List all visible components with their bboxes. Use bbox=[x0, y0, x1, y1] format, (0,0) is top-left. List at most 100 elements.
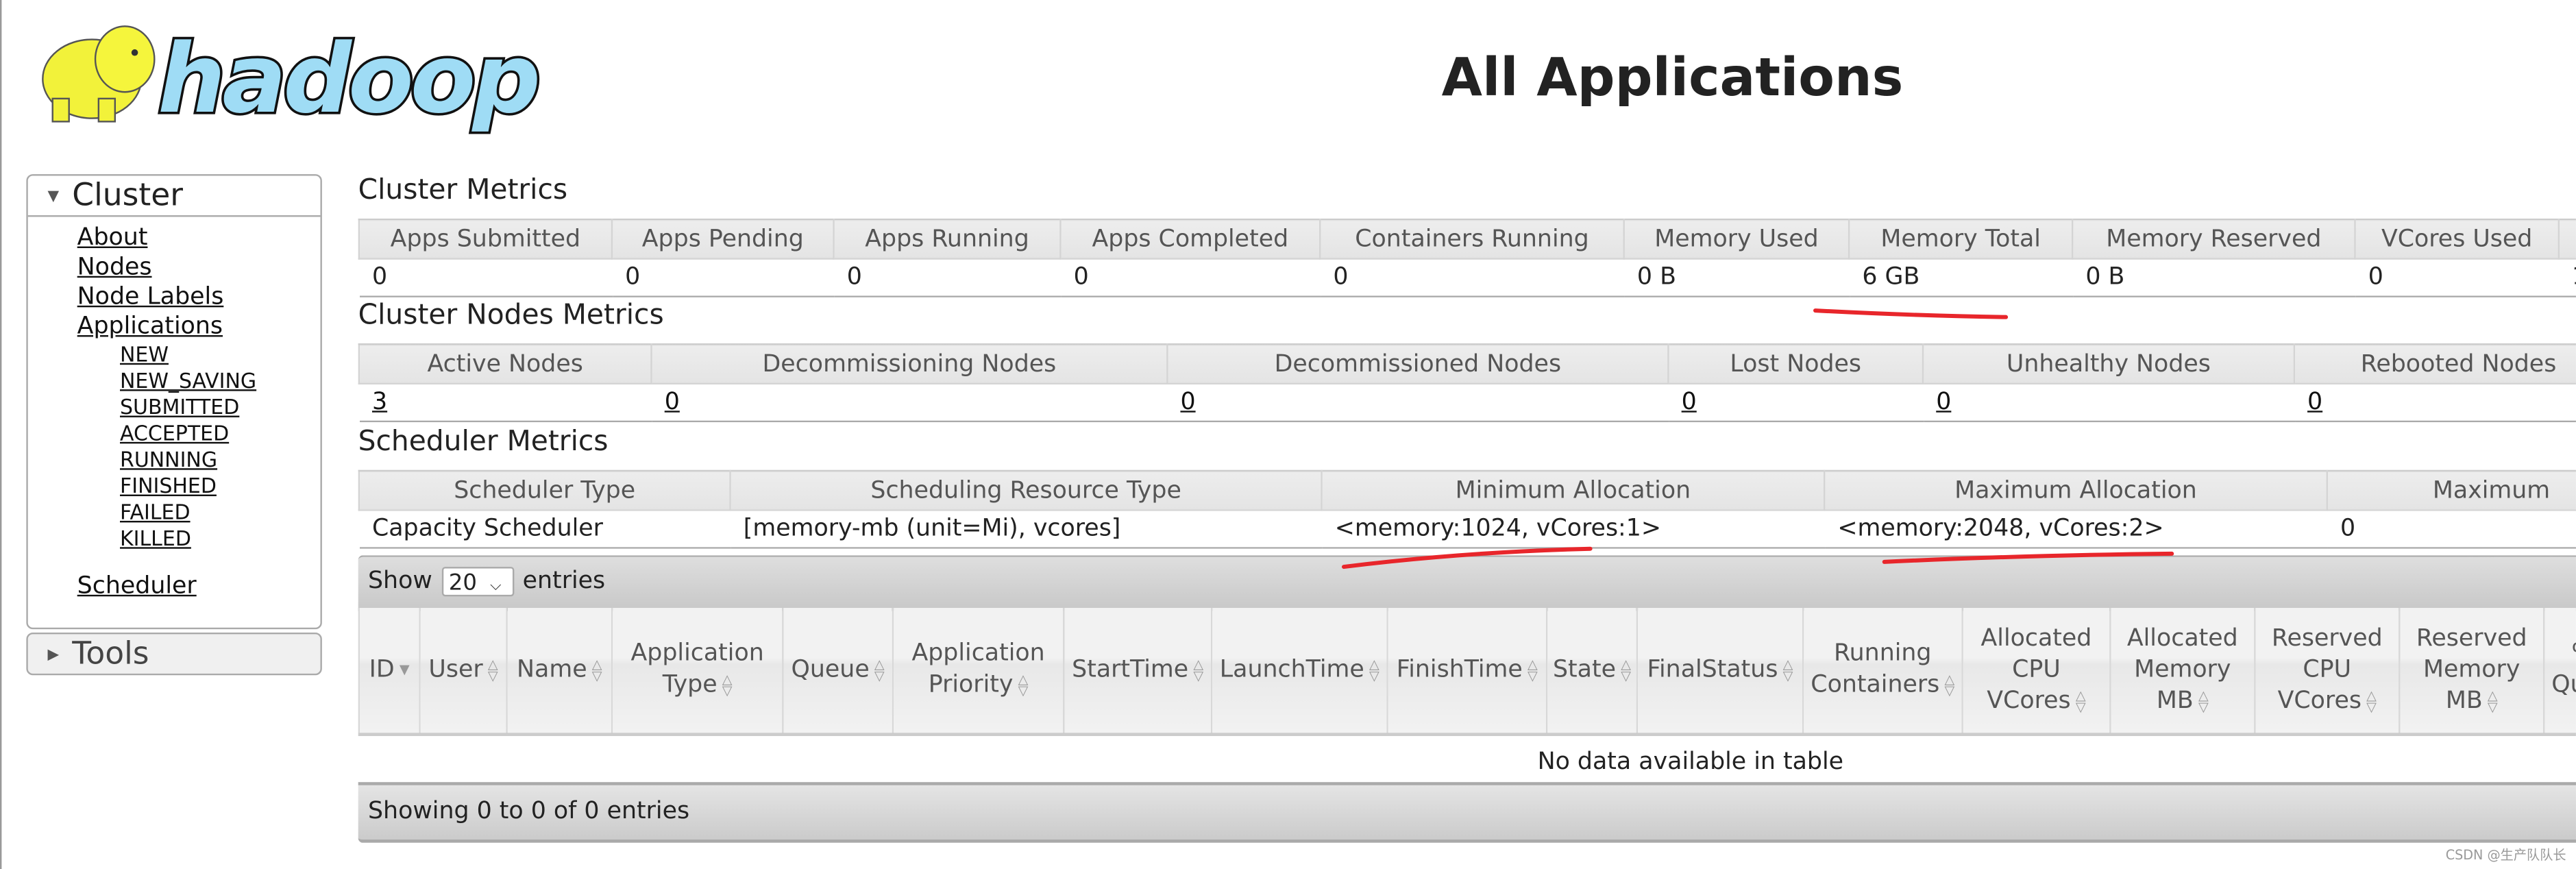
cell-memory-used: 0 B bbox=[1623, 258, 1850, 297]
sidebar-link-new[interactable]: NEW bbox=[77, 342, 321, 368]
node-count-link[interactable]: 0 bbox=[2307, 389, 2322, 415]
nodes-metrics-table-wrap: Active Nodes Decommissioning Nodes Decommi… bbox=[358, 343, 2576, 423]
sidebar-link-killed[interactable]: KILLED bbox=[77, 526, 321, 552]
column-header-memory-reserved: Memory Reserved bbox=[2071, 218, 2356, 260]
sidebar-link-finished[interactable]: FINISHED bbox=[77, 473, 321, 499]
column-header-id[interactable]: ID ▼ bbox=[358, 608, 420, 735]
cell-decommissioned-nodes: 0 bbox=[1167, 383, 1669, 423]
cell-apps-submitted: 0 bbox=[358, 258, 612, 297]
sort-icon: △ ▽ bbox=[1369, 656, 1379, 683]
column-header-decommissioning-nodes: Decommissioning Nodes bbox=[650, 343, 1168, 384]
node-count-link[interactable]: 0 bbox=[1180, 389, 1195, 415]
nodes-metrics-table: Active Nodes Decommissioning Nodes Decommi… bbox=[358, 343, 2576, 423]
sidebar-link-scheduler[interactable]: Scheduler bbox=[77, 572, 321, 601]
header-row: Active Nodes Decommissioning Nodes Decommi… bbox=[358, 343, 2576, 384]
column-header-state[interactable]: State △ ▽ bbox=[1545, 608, 1637, 735]
column-header-finishtime[interactable]: FinishTime △ ▽ bbox=[1386, 608, 1547, 735]
column-header-apps-pending: Apps Pending bbox=[611, 218, 835, 260]
sidebar-link-submitted[interactable]: SUBMITTED bbox=[77, 394, 321, 420]
column-header-starttime[interactable]: StartTime △ ▽ bbox=[1063, 608, 1212, 735]
sidebar-link-accepted[interactable]: ACCEPTED bbox=[77, 421, 321, 447]
column-header-running-containers[interactable]: Running Containers △ ▽ bbox=[1802, 608, 1963, 735]
sidebar-link-running[interactable]: RUNNING bbox=[77, 447, 321, 473]
node-count-link[interactable]: 0 bbox=[1682, 389, 1697, 415]
cluster-metrics-table-wrap: Apps Submitted Apps Pending Apps Running Ap… bbox=[358, 218, 2576, 297]
cluster-metrics-table: Apps Submitted Apps Pending Apps Running Ap… bbox=[358, 218, 2576, 297]
column-header-rebooted-nodes: Rebooted Nodes bbox=[2293, 343, 2576, 384]
sidebar-link-new-saving[interactable]: NEW_SAVING bbox=[77, 368, 321, 394]
cell-memory-total: 6 GB bbox=[1849, 258, 2073, 297]
sidebar-link-applications[interactable]: Applications bbox=[77, 312, 321, 341]
node-count-link[interactable]: 3 bbox=[372, 389, 387, 415]
table-info-bar: Showing 0 to 0 of 0 entries bbox=[358, 782, 2576, 843]
cluster-metrics-title: Cluster Metrics bbox=[358, 174, 568, 208]
node-count-link[interactable]: 0 bbox=[1936, 389, 1951, 415]
cell-lost-nodes: 0 bbox=[1668, 383, 1924, 423]
sort-icon: △ ▽ bbox=[874, 656, 885, 683]
scheduler-metrics-table: Scheduler Type Scheduling Resource Type Mi… bbox=[358, 469, 2576, 549]
sidebar-link-node-labels[interactable]: Node Labels bbox=[77, 282, 321, 312]
chevron-down-icon: ⌵ bbox=[490, 578, 502, 595]
column-header-launchtime[interactable]: LaunchTime △ ▽ bbox=[1210, 608, 1388, 735]
data-row: 000000 B6 GB0 B01 bbox=[358, 258, 2576, 297]
column-label: User bbox=[428, 656, 483, 683]
triangle-right-icon: ▶ bbox=[47, 646, 60, 663]
column-label: Queue bbox=[791, 656, 870, 683]
data-row: 3 0 0 0 0 0 bbox=[358, 383, 2576, 423]
hadoop-logo[interactable]: hadoop bbox=[26, 7, 542, 135]
sort-icon: △ ▽ bbox=[591, 656, 602, 683]
column-header-queue[interactable]: Queue △ ▽ bbox=[782, 608, 893, 735]
cell-maximum: 0 bbox=[2327, 510, 2576, 549]
data-row: Capacity Scheduler [memory-mb (unit=Mi), … bbox=[358, 510, 2576, 549]
cell-containers-running: 0 bbox=[1320, 258, 1624, 297]
column-header-name[interactable]: Name △ ▽ bbox=[506, 608, 612, 735]
column-header-reserved-memory-mb[interactable]: Reserved Memory MB △ ▽ bbox=[2399, 608, 2544, 735]
sort-icon: △ ▽ bbox=[722, 672, 733, 698]
sort-icon: △ ▽ bbox=[2487, 687, 2498, 714]
sidebar-link-failed[interactable]: FAILED bbox=[77, 500, 321, 526]
column-label: FinishTime bbox=[1396, 656, 1523, 683]
sidebar-tools-label: Tools bbox=[72, 635, 149, 672]
column-header-user[interactable]: User △ ▽ bbox=[419, 608, 507, 735]
cell-apps-completed: 0 bbox=[1060, 258, 1321, 297]
cluster-nodes-metrics-title: Cluster Nodes Metrics bbox=[358, 299, 664, 332]
hadoop-wordmark: hadoop bbox=[158, 23, 537, 134]
cell-extra: 1 bbox=[2558, 258, 2576, 297]
sort-icon: △ ▽ bbox=[1944, 672, 1955, 698]
watermark: CSDN @生产队队长 bbox=[2445, 848, 2566, 863]
sort-desc-icon: ▼ bbox=[399, 662, 410, 677]
sidebar-cluster-header[interactable]: ▼ Cluster bbox=[27, 176, 321, 217]
column-header-of-queue[interactable]: % of Queue△▽ bbox=[2543, 608, 2576, 735]
sidebar-link-nodes[interactable]: Nodes bbox=[77, 253, 321, 282]
sidebar-link-about[interactable]: About bbox=[77, 223, 321, 253]
column-label: ID bbox=[369, 656, 395, 683]
header-row: Apps Submitted Apps Pending Apps Running Ap… bbox=[358, 218, 2576, 260]
page-size-select[interactable]: 20 ⌵ bbox=[442, 567, 515, 597]
column-header-application-priority[interactable]: Application Priority △ ▽ bbox=[892, 608, 1064, 735]
column-header-allocated-memory-mb[interactable]: Allocated Memory MB △ ▽ bbox=[2109, 608, 2255, 735]
cell-vcores-used: 0 bbox=[2355, 258, 2559, 297]
column-label: Allocated Memory MB bbox=[2126, 625, 2238, 714]
column-label: Reserved Memory MB bbox=[2416, 625, 2527, 714]
column-header-maximum-allocation: Maximum Allocation bbox=[1824, 469, 2328, 511]
page-title: All Applications bbox=[1441, 46, 1904, 109]
window-edge bbox=[0, 0, 2, 869]
column-header-col bbox=[2557, 218, 2576, 260]
node-count-link[interactable]: 0 bbox=[665, 389, 680, 415]
cell-scheduling-resource-type: [memory-mb (unit=Mi), vcores] bbox=[730, 510, 1322, 549]
page-size-value: 20 bbox=[448, 570, 477, 597]
cell-apps-running: 0 bbox=[833, 258, 1061, 297]
sidebar-tools[interactable]: ▶ Tools bbox=[26, 632, 322, 676]
column-label: % of Queue bbox=[2551, 641, 2576, 698]
column-header-application-type[interactable]: Application Type △ ▽ bbox=[611, 608, 783, 735]
column-header-finalstatus[interactable]: FinalStatus △ ▽ bbox=[1636, 608, 1804, 735]
sort-icon: △ ▽ bbox=[1621, 656, 1631, 683]
column-header-reserved-cpu-vcores[interactable]: Reserved CPU VCores △ ▽ bbox=[2254, 608, 2400, 735]
show-label: Show bbox=[367, 568, 432, 595]
scheduler-metrics-table-wrap: Scheduler Type Scheduling Resource Type Mi… bbox=[358, 469, 2576, 549]
column-label: State bbox=[1552, 656, 1617, 683]
column-header-allocated-cpu-vcores[interactable]: Allocated CPU VCores △ ▽ bbox=[1961, 608, 2111, 735]
sort-icon: △ ▽ bbox=[487, 656, 498, 683]
cell-rebooted-nodes: 0 bbox=[2294, 383, 2576, 423]
sort-icon: △ ▽ bbox=[1528, 656, 1538, 683]
